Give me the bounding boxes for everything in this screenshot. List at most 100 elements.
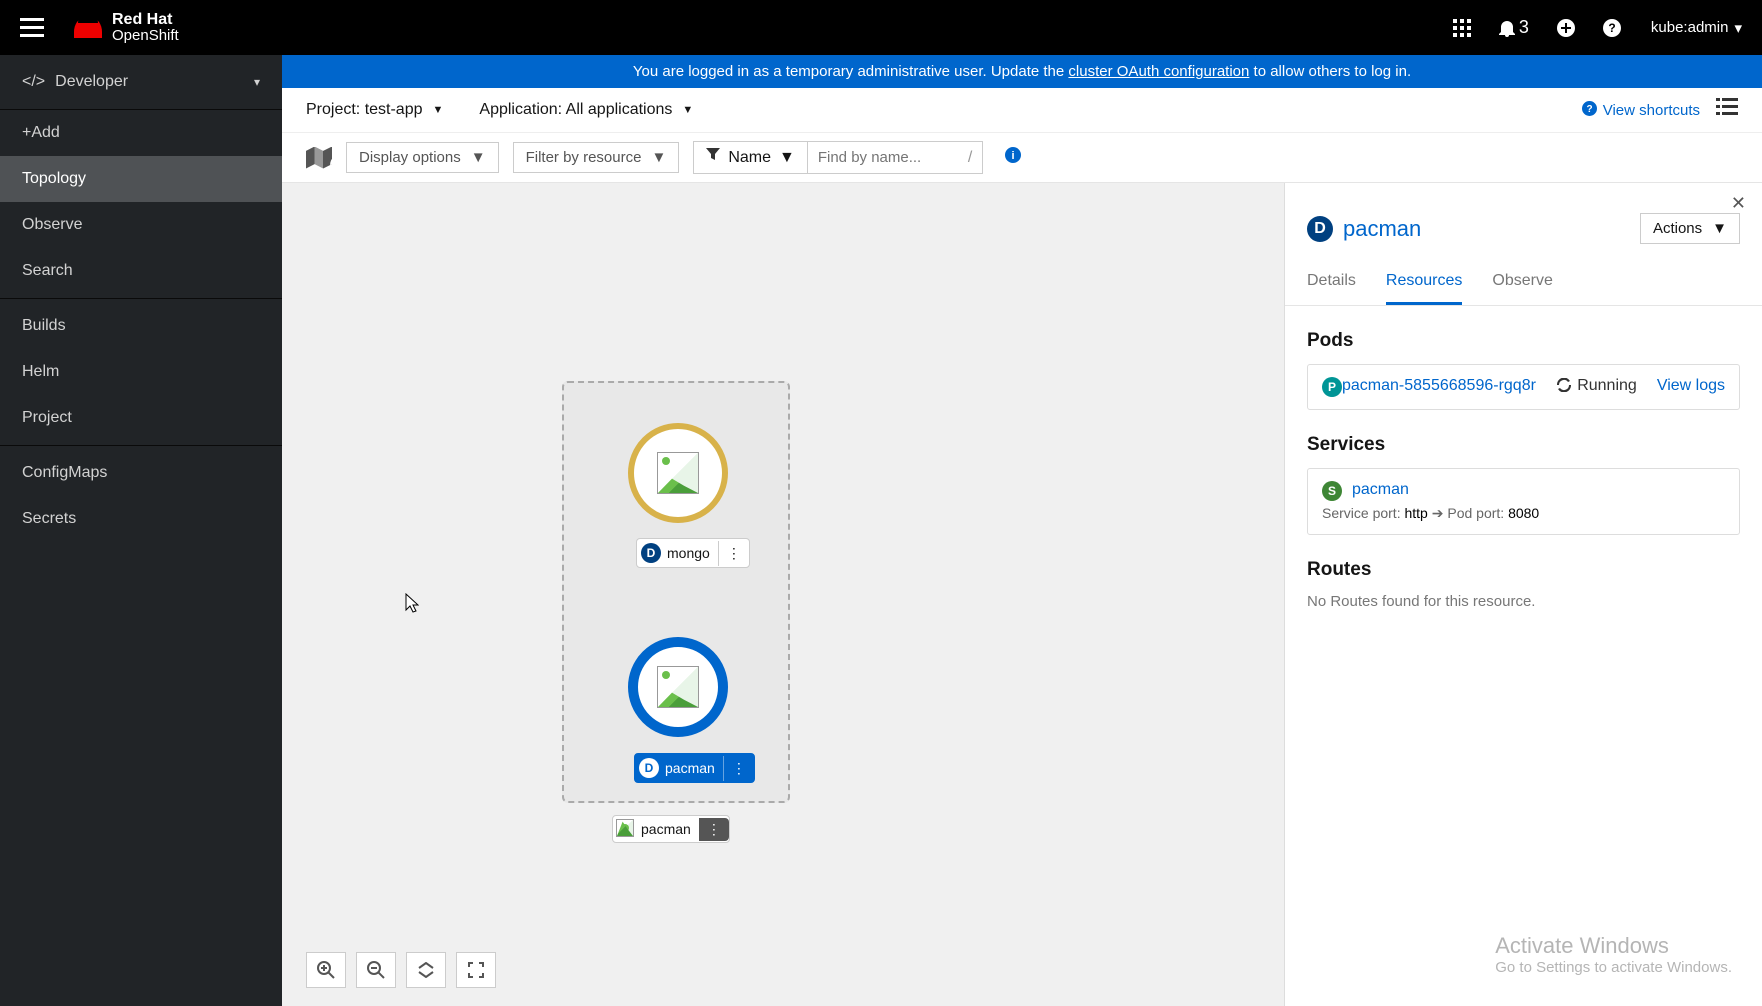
nav-item-observe[interactable]: Observe xyxy=(0,202,282,248)
pod-badge-icon: P xyxy=(1322,377,1342,397)
service-link[interactable]: pacman xyxy=(1352,481,1409,499)
windows-activation-watermark: Activate Windows Go to Settings to activ… xyxy=(1495,933,1732,976)
caret-down-icon: ▼ xyxy=(651,149,666,166)
nav-item-helm[interactable]: Helm xyxy=(0,349,282,395)
caret-down-icon: ▼ xyxy=(779,149,795,167)
notifications-count: 3 xyxy=(1519,17,1529,38)
search-shortcut-hint: / xyxy=(958,149,982,167)
add-button[interactable] xyxy=(1557,19,1575,37)
topology-map-icon[interactable] xyxy=(306,147,332,169)
topology-canvas[interactable]: D mongo ⋮ D pacman ⋮ pacman ⋮ xyxy=(282,183,1284,1006)
panel-title: pacman xyxy=(1343,216,1421,242)
deployment-badge-icon: D xyxy=(1307,216,1333,242)
application-group-label[interactable]: pacman ⋮ xyxy=(612,815,730,843)
banner-text-pre: You are logged in as a temporary adminis… xyxy=(633,63,1069,80)
sync-icon xyxy=(1557,378,1571,395)
info-circle-icon: ? xyxy=(1582,101,1597,120)
banner-link[interactable]: cluster OAuth configuration xyxy=(1068,63,1249,80)
svg-text:i: i xyxy=(1012,150,1015,162)
perspective-switcher[interactable]: </> Developer ▾ xyxy=(0,55,282,110)
banner-text-post: to allow others to log in. xyxy=(1249,63,1411,80)
panel-tabs: Details Resources Observe xyxy=(1285,254,1762,306)
nav-item-topology[interactable]: Topology xyxy=(0,156,282,202)
sidebar: </> Developer ▾ +Add Topology Observe Se… xyxy=(0,55,282,1006)
hamburger-menu-button[interactable] xyxy=(20,16,44,40)
pod-link[interactable]: pacman-5855668596-rgq8r xyxy=(1342,377,1537,395)
services-section-title: Services xyxy=(1307,434,1740,456)
context-bar: Project: test-app ▼ Application: All app… xyxy=(282,88,1762,133)
display-options-dropdown[interactable]: Display options ▼ xyxy=(346,142,499,173)
nav-item-configmaps[interactable]: ConfigMaps xyxy=(0,450,282,496)
broken-image-icon xyxy=(657,452,699,494)
caret-down-icon: ▼ xyxy=(1712,220,1727,237)
product-name-sub: OpenShift xyxy=(112,28,179,43)
toolbar-info-icon[interactable]: i xyxy=(1005,147,1021,168)
pod-card: P pacman-5855668596-rgq8r Running View l… xyxy=(1307,364,1740,410)
node-label-pacman[interactable]: D pacman ⋮ xyxy=(634,753,755,783)
arrow-right-icon: ➔ xyxy=(1432,505,1448,521)
name-filter-label: Name xyxy=(728,149,771,167)
shortcuts-label: View shortcuts xyxy=(1603,102,1700,119)
kebab-menu-icon[interactable]: ⋮ xyxy=(699,818,729,841)
application-selector[interactable]: Application: All applications ▼ xyxy=(479,101,693,119)
chevron-down-icon: ▾ xyxy=(254,75,260,89)
nav-item-project[interactable]: Project xyxy=(0,395,282,441)
service-port-label: Service port: xyxy=(1322,505,1404,521)
view-logs-link[interactable]: View logs xyxy=(1657,377,1725,395)
name-search: Name ▼ / xyxy=(693,141,983,174)
product-name-bold: Red Hat xyxy=(112,11,172,28)
caret-down-icon: ▼ xyxy=(471,149,486,166)
deployment-node-mongo[interactable] xyxy=(628,423,728,523)
close-panel-button[interactable]: ✕ xyxy=(1731,193,1746,214)
node-label-mongo[interactable]: D mongo ⋮ xyxy=(636,538,750,568)
main-content: You are logged in as a temporary adminis… xyxy=(282,55,1762,1006)
kebab-menu-icon[interactable]: ⋮ xyxy=(723,756,754,781)
actions-dropdown[interactable]: Actions ▼ xyxy=(1640,213,1740,244)
node-label-text: pacman xyxy=(665,756,723,780)
service-port-value: http xyxy=(1404,505,1427,521)
tab-resources[interactable]: Resources xyxy=(1386,272,1462,305)
tab-details[interactable]: Details xyxy=(1307,272,1356,305)
filter-resource-dropdown[interactable]: Filter by resource ▼ xyxy=(513,142,680,173)
zoom-in-button[interactable] xyxy=(306,952,346,988)
nav-item-secrets[interactable]: Secrets xyxy=(0,496,282,542)
apps-grid-icon[interactable] xyxy=(1453,19,1471,37)
details-panel: ✕ D pacman Actions ▼ Details Resources O… xyxy=(1284,183,1762,1006)
cursor-pointer-icon xyxy=(405,593,419,618)
pod-status-text: Running xyxy=(1577,377,1637,395)
application-group[interactable]: D mongo ⋮ D pacman ⋮ xyxy=(562,381,790,803)
deployment-node-pacman[interactable] xyxy=(628,637,728,737)
nav-item-search[interactable]: Search xyxy=(0,248,282,294)
deployment-badge-icon: D xyxy=(641,543,661,563)
user-menu[interactable]: kube:admin ▾ xyxy=(1651,19,1742,37)
reset-view-button[interactable] xyxy=(456,952,496,988)
actions-label: Actions xyxy=(1653,220,1702,237)
nav-item-builds[interactable]: Builds xyxy=(0,303,282,349)
user-name: kube:admin xyxy=(1651,19,1729,36)
service-badge-icon: S xyxy=(1322,481,1342,501)
routes-section-title: Routes xyxy=(1307,559,1740,581)
perspective-label: Developer xyxy=(55,73,128,91)
project-selector[interactable]: Project: test-app ▼ xyxy=(306,101,443,119)
service-card: S pacman Service port: http ➔ Pod port: … xyxy=(1307,468,1740,535)
application-label-text: pacman xyxy=(639,818,699,840)
topology-toolbar: Display options ▼ Filter by resource ▼ N… xyxy=(282,133,1762,183)
nav-item-add[interactable]: +Add xyxy=(0,110,282,156)
zoom-out-button[interactable] xyxy=(356,952,396,988)
caret-down-icon: ▼ xyxy=(682,104,693,116)
fit-to-screen-button[interactable] xyxy=(406,952,446,988)
tab-observe[interactable]: Observe xyxy=(1492,272,1552,305)
broken-image-icon xyxy=(616,819,636,839)
pods-section-title: Pods xyxy=(1307,330,1740,352)
list-view-toggle[interactable] xyxy=(1716,98,1738,122)
search-input[interactable] xyxy=(808,143,958,172)
kebab-menu-icon[interactable]: ⋮ xyxy=(718,541,749,566)
pod-port-value: 8080 xyxy=(1508,505,1539,521)
notifications-button[interactable]: 3 xyxy=(1499,17,1529,38)
caret-down-icon: ▼ xyxy=(433,104,444,116)
help-button[interactable]: ? xyxy=(1603,19,1621,37)
pod-status: Running xyxy=(1557,377,1637,395)
view-shortcuts-link[interactable]: ? View shortcuts xyxy=(1582,101,1700,120)
display-options-label: Display options xyxy=(359,149,461,166)
name-filter-toggle[interactable]: Name ▼ xyxy=(694,142,808,173)
